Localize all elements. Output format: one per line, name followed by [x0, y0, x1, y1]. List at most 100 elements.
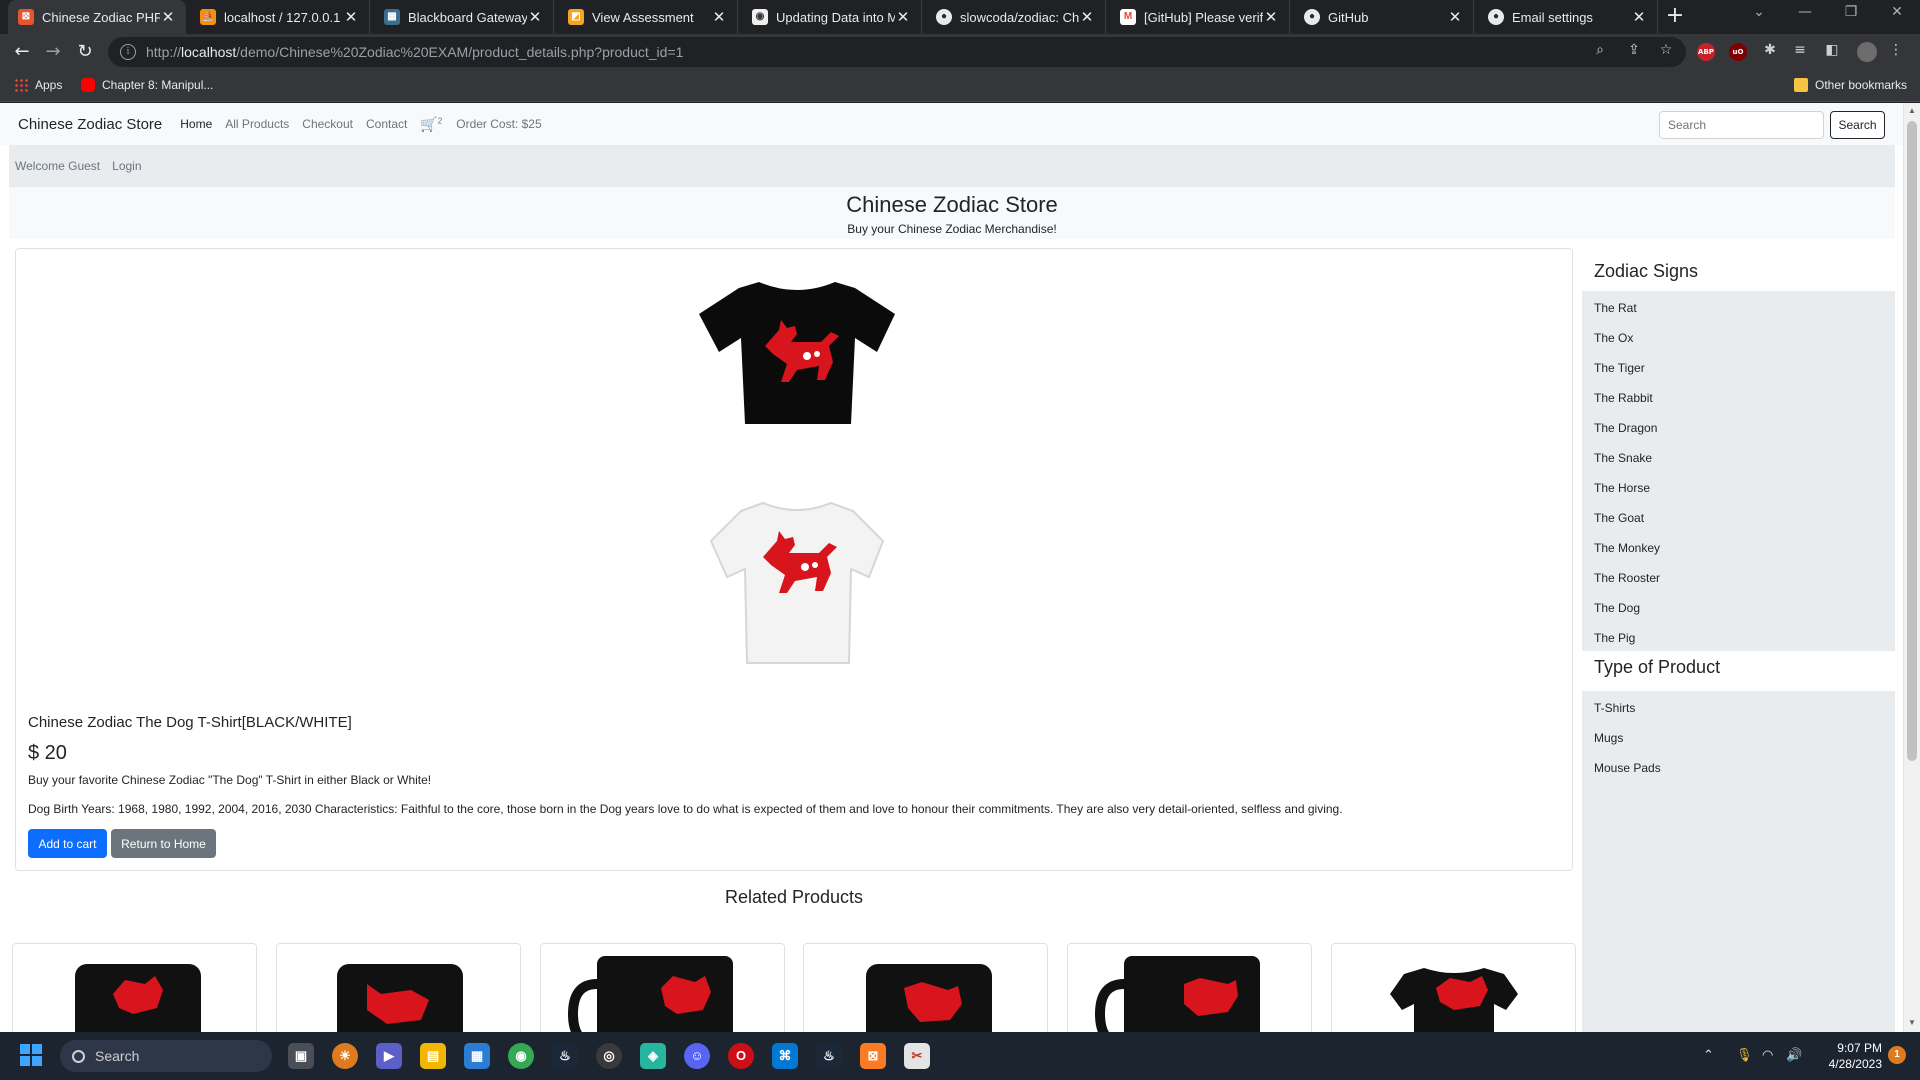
- taskbar-search[interactable]: Search: [60, 1040, 272, 1072]
- tab-updating-data[interactable]: ◉ Updating Data into M ✕: [742, 0, 922, 34]
- tab-chinese-zodiac[interactable]: ⊠ Chinese Zodiac PHP E ✕: [8, 0, 186, 34]
- sidebar-item-mugs[interactable]: Mugs: [1594, 731, 1623, 745]
- nav-contact[interactable]: Contact: [366, 117, 407, 131]
- adblock-plus-icon[interactable]: ABP: [1697, 43, 1715, 61]
- close-icon[interactable]: ✕: [1447, 8, 1463, 26]
- share-icon[interactable]: ⇪: [1624, 42, 1644, 58]
- profile-avatar[interactable]: [1857, 42, 1877, 62]
- sidebar-item-mouse-pads[interactable]: Mouse Pads: [1594, 761, 1661, 775]
- related-product-card[interactable]: [276, 943, 521, 1032]
- url-text[interactable]: http://localhost/demo/Chinese%20Zodiac%2…: [146, 44, 683, 60]
- steam-icon[interactable]: ♨: [816, 1043, 842, 1069]
- tab-github[interactable]: ● GitHub ✕: [1294, 0, 1474, 34]
- close-icon[interactable]: ✕: [895, 8, 911, 26]
- windows-start-icon[interactable]: [18, 1043, 44, 1069]
- close-icon[interactable]: ✕: [1631, 8, 1647, 26]
- vscode-icon[interactable]: ⌘: [772, 1043, 798, 1069]
- tab-blackboard[interactable]: ▦ Blackboard Gateway - ✕: [374, 0, 554, 34]
- restore-icon[interactable]: ❐: [1836, 4, 1866, 20]
- related-product-card[interactable]: [803, 943, 1048, 1032]
- sidebar-item-dog[interactable]: The Dog: [1594, 601, 1640, 615]
- address-bar[interactable]: i http://localhost/demo/Chinese%20Zodiac…: [108, 37, 1686, 67]
- site-brand[interactable]: Chinese Zodiac Store: [18, 116, 162, 133]
- page-scrollbar[interactable]: ▲ ▼: [1903, 103, 1920, 1032]
- reading-list-icon[interactable]: ≡: [1790, 42, 1810, 58]
- xampp-icon[interactable]: ⊠: [860, 1043, 886, 1069]
- app-icon[interactable]: ◈: [640, 1043, 666, 1069]
- sidebar-item-rooster[interactable]: The Rooster: [1594, 571, 1660, 585]
- search-button[interactable]: Search: [1830, 111, 1885, 139]
- chrome-icon[interactable]: ◉: [508, 1043, 534, 1069]
- more-menu-icon[interactable]: ⋮: [1886, 42, 1906, 58]
- other-bookmarks[interactable]: Other bookmarks: [1794, 78, 1907, 92]
- login-link[interactable]: Login: [112, 159, 141, 173]
- file-explorer-icon[interactable]: ▤: [420, 1043, 446, 1069]
- related-product-card[interactable]: [1067, 943, 1312, 1032]
- tab-gmail[interactable]: M [GitHub] Please verify ✕: [1110, 0, 1290, 34]
- opera-icon[interactable]: O: [728, 1043, 754, 1069]
- sidebar-item-ox[interactable]: The Ox: [1594, 331, 1633, 345]
- discord-icon[interactable]: ☺: [684, 1043, 710, 1069]
- back-icon[interactable]: ←: [10, 41, 34, 63]
- close-icon[interactable]: ✕: [343, 8, 359, 26]
- side-panel-icon[interactable]: ◧: [1822, 42, 1842, 58]
- sidebar-item-monkey[interactable]: The Monkey: [1594, 541, 1660, 555]
- snipping-tool-icon[interactable]: ✂: [904, 1043, 930, 1069]
- microphone-icon[interactable]: 🎙: [1736, 1047, 1753, 1063]
- taskbar-clock[interactable]: 9:07 PM 4/28/2023: [1810, 1040, 1882, 1072]
- close-icon[interactable]: ✕: [1079, 8, 1095, 26]
- related-product-card[interactable]: [1331, 943, 1576, 1032]
- task-view-icon[interactable]: ▣: [288, 1043, 314, 1069]
- extensions-icon[interactable]: ✱: [1760, 42, 1780, 58]
- close-icon[interactable]: ✕: [711, 8, 727, 26]
- nav-checkout[interactable]: Checkout: [302, 117, 353, 131]
- related-product-card[interactable]: [540, 943, 785, 1032]
- tab-phpmyadmin[interactable]: ⛵ localhost / 127.0.0.1 / ✕: [190, 0, 370, 34]
- nav-all-products[interactable]: All Products: [225, 117, 289, 131]
- sidebar-item-goat[interactable]: The Goat: [1594, 511, 1644, 525]
- wifi-icon[interactable]: ◠: [1762, 1047, 1773, 1063]
- sidebar-item-rabbit[interactable]: The Rabbit: [1594, 391, 1653, 405]
- close-icon[interactable]: ✕: [1263, 8, 1279, 26]
- close-icon[interactable]: ✕: [160, 8, 176, 26]
- steam-icon[interactable]: ♨: [552, 1043, 578, 1069]
- ublock-icon[interactable]: uO: [1729, 43, 1747, 61]
- tab-view-assessment[interactable]: ◩ View Assessment ✕: [558, 0, 738, 34]
- notification-badge[interactable]: 1: [1888, 1046, 1906, 1064]
- return-home-button[interactable]: Return to Home: [111, 829, 216, 858]
- nav-home[interactable]: Home: [180, 117, 212, 131]
- sidebar-item-snake[interactable]: The Snake: [1594, 451, 1652, 465]
- add-to-cart-button[interactable]: Add to cart: [28, 829, 107, 858]
- scroll-up-icon[interactable]: ▲: [1904, 106, 1920, 115]
- teams-chat-icon[interactable]: ▶: [376, 1043, 402, 1069]
- sidebar-item-tiger[interactable]: The Tiger: [1594, 361, 1645, 375]
- volume-icon[interactable]: 🔊: [1786, 1047, 1802, 1063]
- reload-icon[interactable]: ↻: [73, 41, 97, 63]
- scroll-down-icon[interactable]: ▼: [1904, 1018, 1920, 1027]
- sidebar-item-pig[interactable]: The Pig: [1594, 631, 1635, 645]
- related-product-card[interactable]: [12, 943, 257, 1032]
- close-icon[interactable]: ✕: [527, 8, 543, 26]
- cart-icon[interactable]: 🛒2: [420, 116, 442, 133]
- scrollbar-thumb[interactable]: [1907, 121, 1917, 761]
- chapter-bookmark[interactable]: Chapter 8: Manipul...: [81, 78, 213, 92]
- sidebar-item-horse[interactable]: The Horse: [1594, 481, 1650, 495]
- bookmark-star-icon[interactable]: ☆: [1656, 42, 1676, 58]
- sidebar-item-tshirts[interactable]: T-Shirts: [1594, 701, 1635, 715]
- close-window-icon[interactable]: ✕: [1882, 4, 1912, 20]
- microsoft-store-icon[interactable]: ▦: [464, 1043, 490, 1069]
- tab-search-chevron-icon[interactable]: ⌄: [1744, 4, 1774, 20]
- widgets-icon[interactable]: ☀: [332, 1043, 358, 1069]
- tab-email-settings[interactable]: ● Email settings ✕: [1478, 0, 1658, 34]
- zoom-icon[interactable]: ⌕: [1590, 42, 1610, 58]
- sidebar-item-rat[interactable]: The Rat: [1594, 301, 1637, 315]
- sidebar-item-dragon[interactable]: The Dragon: [1594, 421, 1657, 435]
- tray-chevron-icon[interactable]: ⌃: [1703, 1047, 1714, 1063]
- obs-icon[interactable]: ◎: [596, 1043, 622, 1069]
- search-input[interactable]: [1659, 111, 1824, 139]
- tab-github-repo[interactable]: ● slowcoda/zodiac: Chin ✕: [926, 0, 1106, 34]
- minimize-icon[interactable]: —: [1790, 4, 1820, 20]
- apps-bookmark[interactable]: Apps: [14, 78, 62, 92]
- site-info-icon[interactable]: i: [120, 44, 136, 60]
- forward-icon[interactable]: →: [41, 41, 65, 63]
